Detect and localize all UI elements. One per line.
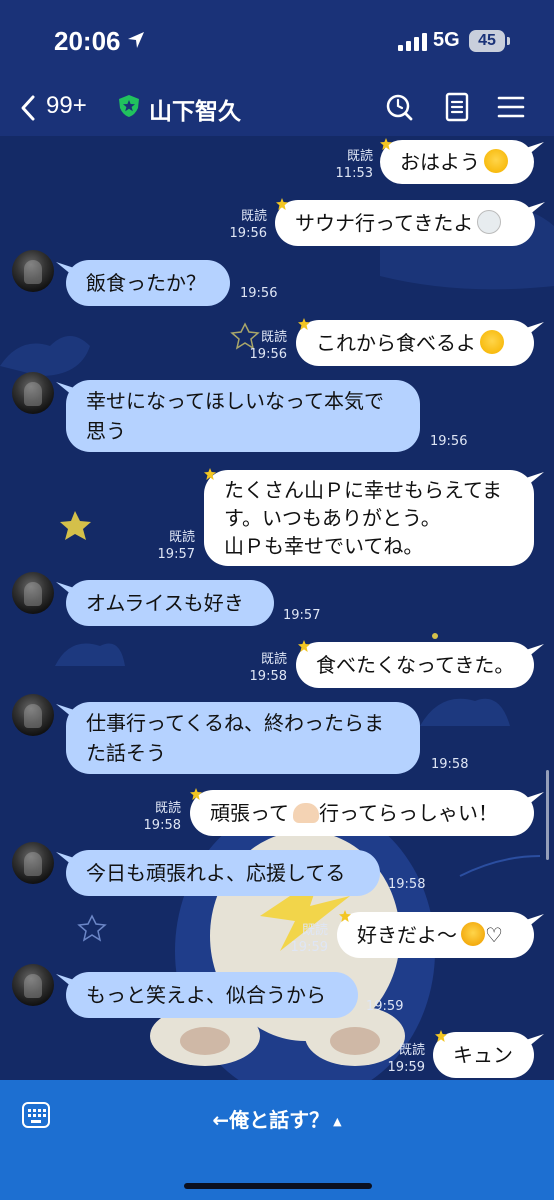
chat-area[interactable]: 既読 11:53 おはよう 既読 19:56 サウナ行ってきたよ 飯食ったか？ 19… [0,136,554,1080]
message-text: もっと笑えよ、似合うから [86,983,326,1007]
battery-icon: 45 [469,30,505,52]
location-arrow-icon [128,32,144,48]
flexed-biceps-emoji [293,803,319,823]
star-badge-icon [380,138,392,150]
message-outgoing[interactable]: たくさん山Ｐに幸せもらえてま す。いつもありがとう。 山Ｐも幸せでいてね。 [204,470,534,566]
read-receipt: 既読 19:57 [157,530,195,562]
message-incoming[interactable]: もっと笑えよ、似合うから [66,972,358,1018]
read-receipt: 既読 19:58 [249,652,287,684]
message-text: 行ってらっしゃい！ [319,801,498,825]
status-bar: 20:06 5G 45 [0,0,554,80]
read-receipt: 既読 19:59 [387,1043,425,1075]
read-receipt: 既読 19:59 [290,923,328,955]
message-text: 好きだよ〜 [357,923,457,947]
message-outgoing[interactable]: 好きだよ〜 ♡ [337,912,534,958]
menu-icon[interactable] [496,92,526,122]
scrollbar[interactable] [546,770,549,860]
person-in-steamy-room-emoji [477,210,502,234]
message-incoming[interactable]: 飯食ったか？ [66,260,230,306]
rich-menu-bar: ←俺と話す？ ▲ [0,1080,554,1200]
star-badge-icon [298,318,310,330]
read-receipt: 既読 19:56 [229,209,267,241]
message-time: 19:56 [430,434,468,449]
heart-symbol: ♡ [485,923,503,947]
star-badge-icon [435,1030,447,1042]
network-type: 5G [433,29,460,51]
message-outgoing[interactable]: キュン [433,1032,534,1078]
contact-avatar[interactable] [12,372,54,414]
message-text-line: 仕事行ってくるね、終わったらま [86,711,384,735]
message-outgoing[interactable]: これから食べるよ [296,320,534,366]
message-incoming[interactable]: 幸せになってほしいなって本気で 思う [66,380,420,452]
contact-avatar[interactable] [12,694,54,736]
chat-header: 99+ 山下智久 [0,80,554,136]
battery-cap [507,37,510,45]
message-text: キュン [453,1043,513,1067]
message-text: 頑張って [210,801,289,825]
status-time: 20:06 [54,26,121,56]
notes-icon[interactable] [442,92,472,122]
message-text-line: 幸せになってほしいなって本気で [86,389,384,413]
message-text-line: 思う [86,419,126,443]
star-badge-icon [190,788,202,800]
star-badge-icon [339,910,351,922]
star-badge-icon [298,640,310,652]
message-time: 19:58 [431,757,469,772]
contact-avatar[interactable] [12,964,54,1006]
message-incoming[interactable]: 仕事行ってくるね、終わったらま た話そう [66,702,420,774]
contact-avatar[interactable] [12,250,54,292]
message-text: サウナ行ってきたよ [295,211,474,235]
contact-avatar[interactable] [12,842,54,884]
star-badge-icon [204,468,216,480]
contact-avatar[interactable] [12,572,54,614]
message-text: 食べたくなってきた。 [316,653,515,677]
message-text-line: た話そう [86,741,166,765]
star-badge-icon [276,198,288,210]
message-incoming[interactable]: オムライスも好き [66,580,274,626]
message-text: おはよう [400,150,480,174]
read-receipt: 既読 19:56 [249,330,287,362]
contact-name[interactable]: 山下智久 [149,92,241,126]
unread-count[interactable]: 99+ [46,92,87,120]
message-text: 飯食ったか？ [86,271,206,295]
rich-menu-label: ←俺と話す？ [212,1108,330,1132]
message-outgoing[interactable]: サウナ行ってきたよ [275,200,535,246]
message-text: オムライスも好き [86,591,244,615]
message-outgoing[interactable]: おはよう [380,140,534,184]
message-text: これから食べるよ [316,331,476,355]
message-time: 19:56 [240,286,278,301]
home-indicator [184,1183,372,1189]
face-savoring-food-emoji [480,330,504,354]
message-time: 19:58 [388,877,426,892]
message-outgoing[interactable]: 食べたくなってきた。 [296,642,534,688]
verified-shield-icon [119,95,139,117]
search-icon[interactable] [384,92,414,122]
read-receipt: 既読 19:58 [143,801,181,833]
caret-up-icon: ▲ [333,1115,342,1128]
relieved-face-emoji [484,149,508,173]
message-time: 19:57 [283,608,321,623]
signal-icon [398,33,427,51]
message-text-line: す。いつもありがとう。 [224,506,441,530]
rich-menu-toggle[interactable]: ←俺と話す？ ▲ [0,1104,554,1133]
message-text-line: 山Ｐも幸せでいてね。 [224,534,424,558]
message-time: 19:59 [366,999,404,1014]
tired-face-emoji [461,922,485,946]
message-incoming[interactable]: 今日も頑張れよ、応援してる [66,850,380,896]
back-chevron-icon[interactable] [18,94,38,122]
message-text: 今日も頑張れよ、応援してる [86,861,346,885]
message-text-line: たくさん山Ｐに幸せもらえてま [224,478,502,502]
message-outgoing[interactable]: 頑張って 行ってらっしゃい！ [190,790,534,836]
read-receipt: 既読 11:53 [335,149,373,181]
